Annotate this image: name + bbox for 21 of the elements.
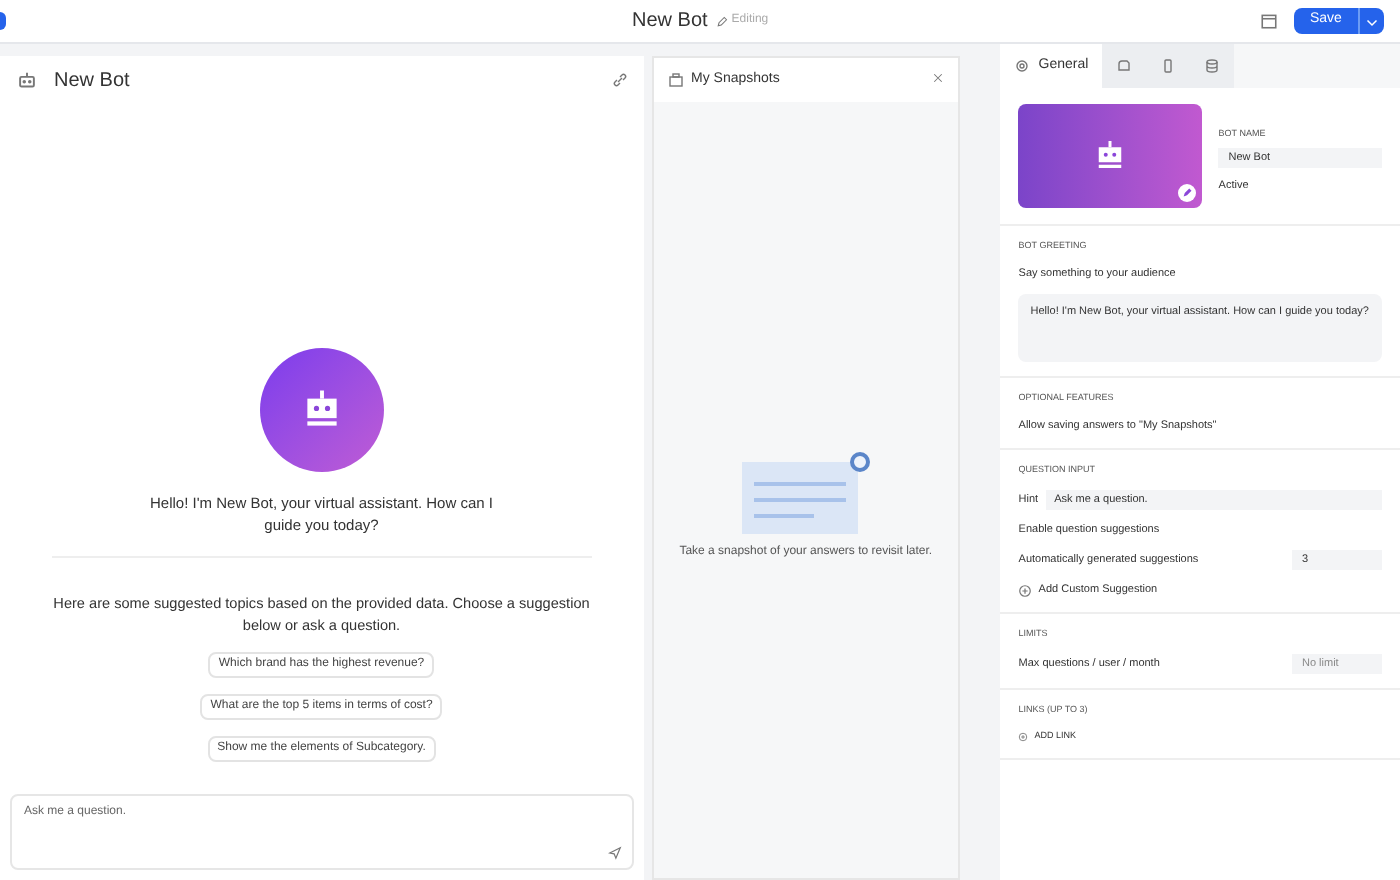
link-icon[interactable] — [611, 72, 628, 88]
settings-tab[interactable] — [1190, 44, 1235, 88]
plus-circle-icon — [1018, 583, 1033, 598]
edit-icon[interactable] — [1178, 184, 1197, 202]
close-icon — [932, 72, 945, 84]
robot-icon — [16, 69, 38, 91]
send-icon[interactable] — [607, 846, 622, 860]
save-menu-button[interactable] — [1357, 8, 1384, 34]
bot-title: New Bot — [632, 8, 708, 36]
settings-tab[interactable] — [1102, 44, 1147, 88]
caret-icon — [1365, 15, 1378, 27]
database-icon — [1204, 58, 1221, 74]
plus-circle-icon — [1018, 731, 1029, 742]
pencil-icon — [715, 15, 728, 27]
gear-icon — [1014, 58, 1031, 74]
calendar-icon[interactable] — [1260, 12, 1278, 30]
snapshot-illustration — [741, 452, 870, 536]
close-button[interactable] — [932, 72, 945, 88]
camera-icon — [667, 72, 684, 88]
chat-title: New Bot — [54, 67, 132, 95]
phone-icon — [1160, 58, 1177, 74]
